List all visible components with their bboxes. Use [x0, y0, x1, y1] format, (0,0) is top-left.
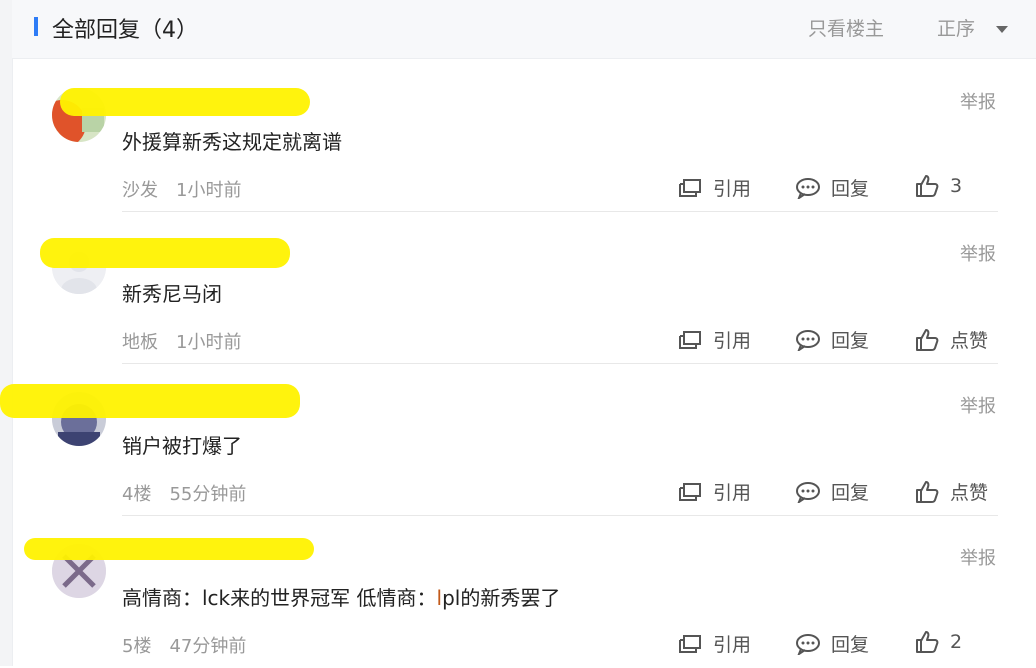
- redacted-username: [24, 538, 314, 560]
- report-link[interactable]: 举报: [960, 544, 996, 570]
- reply-button[interactable]: 回复: [795, 174, 869, 201]
- thumbs-up-icon: [916, 480, 939, 503]
- quote-button[interactable]: 引用: [677, 326, 751, 353]
- reply-time: 47分钟前: [169, 636, 247, 657]
- reply-time: 1小时前: [176, 332, 242, 353]
- reply-content: 销户被打爆了: [122, 434, 242, 458]
- report-link[interactable]: 举报: [960, 88, 996, 114]
- floor-label: 地板: [122, 332, 158, 353]
- thumbs-up-icon: [916, 328, 939, 351]
- reply-time: 55分钟前: [169, 484, 247, 505]
- reply-time: 1小时前: [176, 180, 242, 201]
- reply-label: 回复: [831, 482, 870, 504]
- reply-label: 回复: [831, 330, 870, 352]
- quote-button[interactable]: 引用: [677, 630, 751, 657]
- comment-icon: [796, 177, 820, 199]
- like-count: 点赞: [950, 330, 989, 352]
- like-button[interactable]: 点赞: [914, 478, 988, 505]
- like-count: 点赞: [950, 482, 989, 504]
- comment-icon: [796, 481, 820, 503]
- quote-button[interactable]: 引用: [677, 478, 751, 505]
- reply-button[interactable]: 回复: [795, 630, 869, 657]
- reply-content-part: pl的新秀罢了: [442, 586, 561, 610]
- reply-post: 举报 高情商：lck来的世界冠军 低情商：lpl的新秀罢了 5楼 47分钟前 引用…: [12, 516, 1036, 668]
- section-accent-bar: [34, 17, 38, 36]
- replies-title: 全部回复（4）: [52, 18, 198, 43]
- thumbs-up-icon: [916, 631, 939, 653]
- reply-content: 外援算新秀这规定就离谱: [122, 130, 342, 154]
- quote-label: 引用: [713, 482, 752, 504]
- sort-order-toggle[interactable]: 正序: [937, 14, 975, 41]
- comment-icon: [796, 633, 820, 655]
- reply-meta: 沙发 1小时前: [122, 176, 241, 202]
- replies-header: 全部回复（4） 只看楼主 正序: [12, 0, 1036, 59]
- redacted-username: [60, 88, 310, 116]
- reply-button[interactable]: 回复: [795, 326, 869, 353]
- comment-icon: [796, 329, 820, 351]
- floor-label: 沙发: [122, 180, 158, 201]
- reply-button[interactable]: 回复: [795, 478, 869, 505]
- report-link[interactable]: 举报: [960, 240, 996, 266]
- like-count: 3: [950, 175, 963, 197]
- thumbs-up-icon: [916, 175, 939, 197]
- redacted-username: [40, 238, 290, 268]
- quote-icon: [679, 634, 701, 653]
- like-button[interactable]: 点赞: [914, 326, 988, 353]
- reply-post: 举报 销户被打爆了 4楼 55分钟前 引用 回复 点赞: [0, 364, 1036, 516]
- like-button[interactable]: 3: [914, 174, 962, 198]
- floor-label: 4楼: [122, 484, 152, 505]
- reply-label: 回复: [831, 178, 870, 200]
- sort-caret-icon[interactable]: [996, 26, 1008, 33]
- redacted-username: [0, 384, 300, 418]
- quote-label: 引用: [713, 178, 752, 200]
- floor-label: 5楼: [122, 636, 152, 657]
- reply-meta: 地板 1小时前: [122, 328, 241, 354]
- reply-post: 举报 外援算新秀这规定就离谱 沙发 1小时前 引用 回复 3: [12, 60, 1036, 212]
- reply-meta: 5楼 47分钟前: [122, 632, 246, 658]
- quote-icon: [679, 330, 701, 349]
- quote-button[interactable]: 引用: [677, 174, 751, 201]
- report-link[interactable]: 举报: [960, 392, 996, 418]
- reply-content: 新秀尼马闭: [122, 282, 222, 306]
- quote-icon: [679, 178, 701, 197]
- reply-content: 高情商：lck来的世界冠军 低情商：lpl的新秀罢了: [122, 582, 560, 611]
- reply-post: 举报 新秀尼马闭 地板 1小时前 引用 回复 点赞: [12, 212, 1036, 364]
- quote-label: 引用: [713, 330, 752, 352]
- quote-icon: [679, 482, 701, 501]
- reply-label: 回复: [831, 634, 870, 656]
- reply-content-part: 高情商：lck来的世界冠军 低情商：: [122, 586, 437, 610]
- like-count: 2: [950, 631, 963, 653]
- quote-label: 引用: [713, 634, 752, 656]
- reply-meta: 4楼 55分钟前: [122, 480, 246, 506]
- like-button[interactable]: 2: [914, 630, 962, 654]
- only-owner-filter[interactable]: 只看楼主: [808, 14, 884, 41]
